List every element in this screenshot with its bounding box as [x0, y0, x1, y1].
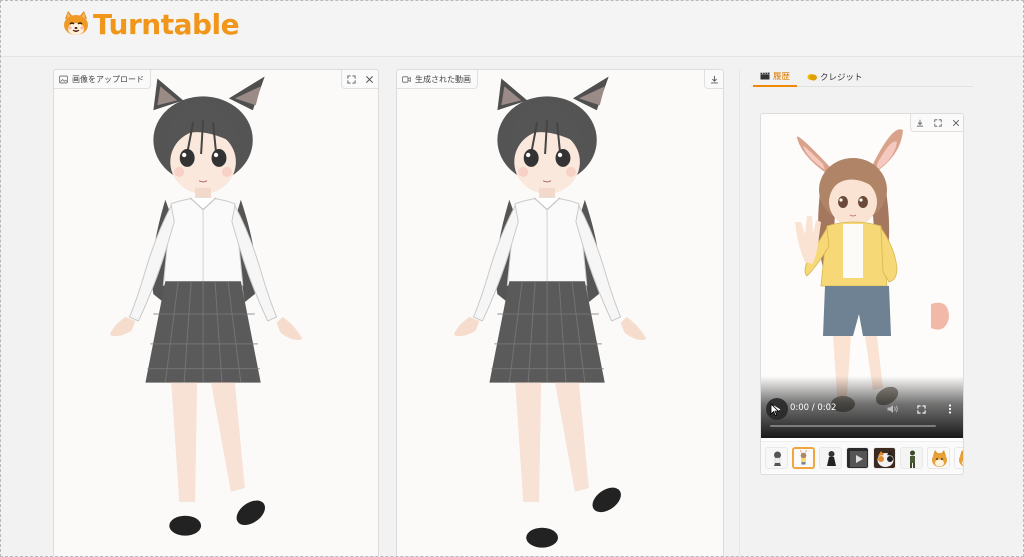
- thumb-dark-dress-icon: [820, 447, 841, 468]
- generated-video-frame: [453, 76, 647, 548]
- more-icon: [948, 404, 952, 414]
- volume-button[interactable]: [885, 402, 899, 416]
- video-progress-bar[interactable]: [770, 425, 936, 427]
- fox-logo-icon: [64, 11, 88, 35]
- fullscreen-icon: [346, 74, 356, 84]
- generated-video-label: 生成された動画: [397, 70, 478, 89]
- thumb-cat-girl-icon: [766, 447, 787, 468]
- image-icon: [59, 75, 68, 83]
- thumbnail-4[interactable]: [846, 446, 869, 469]
- mouse-cursor-icon: [770, 403, 780, 417]
- thumb-calico-cat-icon: [874, 447, 895, 468]
- image-panel-tools: [341, 70, 378, 89]
- app-title: Turntable: [93, 7, 240, 41]
- video-fullscreen-button[interactable]: [914, 402, 928, 416]
- thumb-soldier-icon: [901, 447, 922, 468]
- download-icon: [710, 75, 718, 83]
- uploaded-character-image: [109, 76, 303, 536]
- thumbnail-8[interactable]: [954, 446, 963, 469]
- thumbnail-2-selected[interactable]: [792, 446, 815, 469]
- video-panel-tools: [704, 70, 723, 89]
- thumb-video-play-icon: [847, 447, 868, 468]
- history-close-button[interactable]: [947, 114, 963, 132]
- tab-history-label: 履歴: [773, 72, 791, 82]
- clear-image-button[interactable]: [360, 70, 378, 88]
- thumb-shiba-dog-icon: [928, 447, 949, 468]
- history-thumbnail-strip: [761, 441, 963, 473]
- close-icon: [365, 75, 373, 83]
- image-upload-label-text: 画像をアップロード: [72, 74, 144, 84]
- video-icon: [402, 75, 411, 83]
- app-window: Turntable 画像をアップロード 生成された動画 履歴 クレジット 0:0…: [0, 0, 1024, 557]
- thumb-bunny-girl-icon: [794, 448, 813, 467]
- column-divider: [739, 69, 740, 556]
- tab-credits-label: クレジット: [820, 73, 863, 83]
- coin-icon: [807, 74, 817, 81]
- volume-icon: [887, 405, 898, 413]
- thumb-shiba-dog-2-icon: [955, 447, 963, 468]
- history-video-player[interactable]: 0:00 / 0:02: [761, 114, 963, 438]
- history-fullscreen-button[interactable]: [929, 114, 947, 132]
- history-download-button[interactable]: [911, 114, 929, 132]
- fullscreen-icon: [934, 119, 942, 127]
- thumbnail-3[interactable]: [819, 446, 842, 469]
- tab-history[interactable]: 履歴: [753, 67, 797, 87]
- generated-video-label-text: 生成された動画: [415, 74, 471, 84]
- thumbnail-5[interactable]: [873, 446, 896, 469]
- video-more-button[interactable]: [943, 402, 957, 416]
- fullscreen-icon: [916, 404, 926, 414]
- tab-credits[interactable]: クレジット: [807, 67, 863, 87]
- thumbnail-6[interactable]: [900, 446, 923, 469]
- clapper-icon: [760, 72, 770, 80]
- generated-video-panel: 生成された動画: [396, 69, 724, 556]
- history-video-card: 0:00 / 0:02: [760, 113, 964, 475]
- fullscreen-button[interactable]: [342, 70, 360, 88]
- history-card-tools: [910, 114, 963, 132]
- thumbnail-1[interactable]: [765, 446, 788, 469]
- app-logo: Turntable: [61, 7, 240, 41]
- download-button[interactable]: [705, 70, 723, 88]
- video-time: 0:00 / 0:02: [790, 403, 837, 413]
- right-tabs: 履歴 クレジット: [751, 67, 973, 87]
- image-upload-label: 画像をアップロード: [54, 70, 151, 89]
- download-icon: [916, 119, 924, 127]
- thumbnail-7[interactable]: [927, 446, 950, 469]
- close-icon: [952, 119, 960, 127]
- image-upload-panel[interactable]: 画像をアップロード: [53, 69, 379, 556]
